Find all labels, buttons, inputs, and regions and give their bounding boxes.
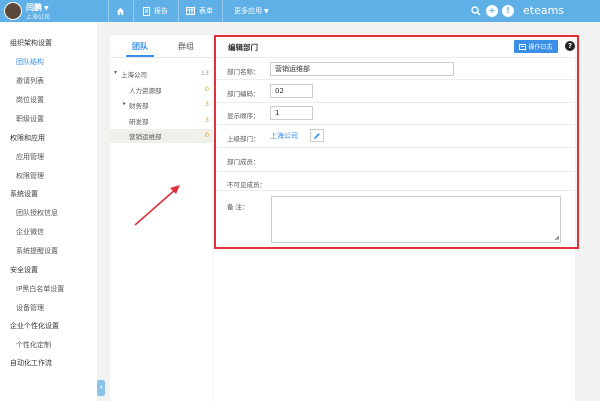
tree-node-label: 营销运维部 — [129, 133, 162, 141]
info-icon[interactable]: ! — [502, 5, 514, 17]
tree-node[interactable]: ▸ 财务部 3 — [110, 98, 212, 112]
tree-node-count: 3 — [204, 100, 209, 108]
nav-more-apps-label: 更多应用 — [234, 7, 262, 15]
brand-logo: eteams — [523, 4, 565, 17]
highlight-box — [214, 35, 579, 249]
sidebar-item-invitations[interactable]: 邀请列表 — [16, 76, 44, 86]
company-name: 上海公司 — [26, 14, 51, 21]
chevron-right-icon[interactable]: ▸ — [123, 100, 126, 107]
tree-node-root[interactable]: ▾ 上海公司 13 — [110, 67, 212, 81]
active-tab-indicator — [126, 55, 154, 57]
sidebar-item-license[interactable]: 团队授权信息 — [16, 208, 58, 218]
plus-icon[interactable]: + — [486, 5, 498, 17]
nav-divider — [108, 0, 109, 22]
tree-node-label: 上海公司 — [121, 71, 147, 79]
sidebar-item-permission-management[interactable]: 权限管理 — [16, 171, 44, 181]
tab-team[interactable]: 团队 — [132, 41, 148, 52]
user-name: 闫鹏 — [26, 3, 42, 12]
nav-divider — [222, 0, 223, 22]
tree-node-label: 财务部 — [129, 102, 149, 110]
tree-node-label: 研发部 — [129, 118, 149, 126]
annotation-arrow-icon — [134, 185, 180, 226]
tree-tabs: 团队 群组 — [110, 35, 212, 58]
sidebar-group-security[interactable]: 安全设置 — [10, 265, 38, 275]
tree-node[interactable]: 人力资源部 0 — [110, 83, 212, 97]
chevron-down-icon[interactable]: ▾ — [114, 69, 117, 76]
report-icon — [143, 6, 150, 16]
sidebar-item-customization[interactable]: 个性化定制 — [16, 340, 51, 350]
sidebar-item-wecom[interactable]: 企业微信 — [16, 227, 44, 237]
home-icon — [116, 7, 125, 15]
search-icon — [471, 6, 481, 16]
sidebar-item-team-structure[interactable]: 团队结构 — [16, 57, 44, 67]
sidebar-item-devices[interactable]: 设备管理 — [16, 303, 44, 313]
nav-divider — [178, 0, 179, 22]
tree-node-count: 0 — [204, 131, 209, 139]
sidebar-item-workflow[interactable]: 自动化工作流 — [10, 358, 52, 368]
tree-node[interactable]: 研发部 3 — [110, 114, 212, 128]
tree-node-count: 0 — [204, 85, 209, 93]
home-button[interactable] — [116, 0, 125, 22]
sidebar-collapse-button[interactable]: « — [97, 380, 105, 396]
chevron-down-icon: ▼ — [264, 7, 269, 15]
sidebar-item-positions[interactable]: 岗位设置 — [16, 95, 44, 105]
search-button[interactable] — [470, 5, 482, 17]
chevron-down-icon: ▼ — [44, 5, 49, 12]
nav-form-label: 表单 — [199, 7, 213, 15]
tab-group[interactable]: 群组 — [178, 41, 194, 52]
sidebar-item-job-levels[interactable]: 职级设置 — [16, 114, 44, 124]
tree-node-selected[interactable]: 营销运维部 0 — [110, 129, 212, 143]
nav-report-label: 报告 — [154, 7, 168, 15]
nav-report[interactable]: 报告 — [143, 0, 168, 22]
form-icon — [186, 7, 195, 15]
sidebar-group-personalization[interactable]: 企业个性化设置 — [10, 321, 59, 331]
sidebar-item-reminders[interactable]: 系统提醒设置 — [16, 246, 58, 256]
sidebar-group-org[interactable]: 组织架构设置 — [10, 38, 52, 48]
nav-form[interactable]: 表单 — [186, 0, 213, 22]
sidebar-group-permissions[interactable]: 权限和应用 — [10, 133, 45, 143]
tree-node-count: 3 — [204, 116, 209, 124]
nav-more-apps[interactable]: 更多应用 ▼ — [234, 0, 269, 22]
sidebar-item-app-management[interactable]: 应用管理 — [16, 152, 44, 162]
tree-node-label: 人力资源部 — [129, 87, 162, 95]
avatar[interactable] — [4, 2, 22, 20]
tree-node-count: 13 — [200, 69, 209, 77]
nav-divider — [133, 0, 134, 22]
top-navigation-bar: 闫鹏 ▼ 上海公司 报告 表单 更多应用 ▼ + ! eteams — [0, 0, 600, 22]
sidebar-group-system[interactable]: 系统设置 — [10, 189, 38, 199]
sidebar-item-ip-list[interactable]: IP黑白名单设置 — [16, 284, 64, 294]
